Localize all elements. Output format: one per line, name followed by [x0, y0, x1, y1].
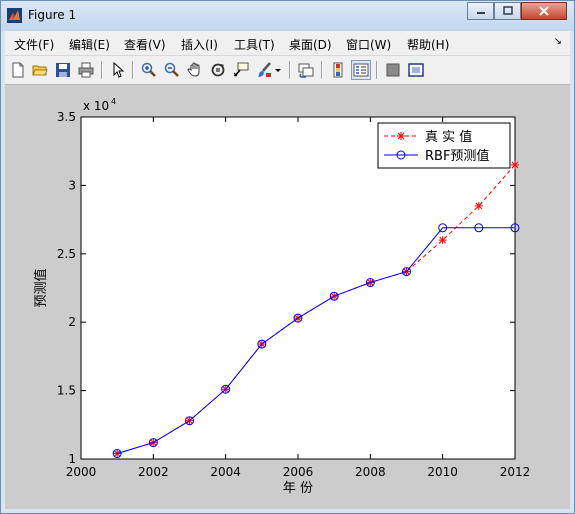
x-tick-label: 2000 — [66, 465, 97, 479]
insert-legend-button[interactable] — [351, 60, 371, 80]
zoom-in-icon — [141, 62, 156, 77]
print-icon — [78, 62, 94, 78]
new-file-icon — [12, 62, 24, 78]
x-tick-label: 2010 — [427, 465, 458, 479]
y-tick-label: 2 — [68, 315, 76, 329]
minimize-icon — [476, 12, 485, 14]
rotate-3d-icon — [211, 63, 225, 77]
y-tick-label: 1 — [68, 452, 76, 466]
zoom-out-button[interactable] — [162, 60, 182, 80]
x-tick-label: 2004 — [210, 465, 241, 479]
matlab-icon — [7, 8, 22, 23]
pointer-arrow-icon — [113, 62, 125, 78]
true-value-point — [511, 160, 519, 169]
brush-menu-button[interactable] — [273, 60, 283, 80]
minimize-button[interactable] — [467, 2, 494, 20]
x-tick-label: 2002 — [138, 465, 169, 479]
menu-tools[interactable]: 工具(T) — [234, 36, 275, 53]
folder-open-icon — [32, 65, 48, 76]
legend-icon — [353, 63, 369, 77]
legend-true-label: 真 实 值 — [425, 129, 472, 145]
dock-arrow-icon[interactable]: ↘ — [554, 36, 562, 47]
open-file-button[interactable] — [30, 60, 50, 80]
menu-bar: 文件(F) 编辑(E) 查看(V) 插入(I) 工具(T) 桌面(D) 窗口(W… — [5, 31, 570, 55]
y-axis-label: 预测值 — [33, 268, 49, 307]
toolbar-separator — [376, 61, 378, 79]
figure-window: Figure 1 文件(F) 编辑(E) 查看(V) 插入(I) 工具(T) 桌… — [0, 0, 575, 514]
toolbar-separator — [289, 61, 291, 79]
window-title: Figure 1 — [28, 8, 77, 22]
figure-toolbar — [5, 55, 570, 85]
rotate-3d-button[interactable] — [208, 60, 228, 80]
dropdown-arrow-icon — [275, 69, 281, 72]
show-plot-tools-button[interactable] — [406, 60, 426, 80]
brush-icon — [258, 62, 271, 77]
x-tick-label: 2008 — [355, 465, 386, 479]
insert-colorbar-button[interactable] — [328, 60, 348, 80]
menu-help[interactable]: 帮助(H) — [407, 36, 449, 53]
show-plot-tools-icon — [408, 63, 424, 77]
y-exponent-label: x 10 — [83, 99, 109, 113]
title-bar[interactable]: Figure 1 — [1, 1, 574, 31]
save-button[interactable] — [53, 60, 73, 80]
legend-true-marker — [397, 132, 405, 140]
menu-insert[interactable]: 插入(I) — [181, 36, 218, 53]
data-cursor-icon — [233, 62, 249, 77]
link-plot-button[interactable] — [296, 60, 316, 80]
toolbar-separator — [101, 61, 103, 79]
figure-canvas[interactable]: 2000 2002 2004 2006 2008 2010 2012 1 1.5 2 2.5 3 3.5… — [5, 85, 570, 509]
link-plot-icon — [298, 63, 314, 78]
zoom-in-button[interactable] — [139, 60, 159, 80]
y-tick-label: 2.5 — [57, 247, 76, 261]
y-exponent-power: 4 — [111, 97, 116, 106]
maximize-icon — [502, 6, 513, 15]
menu-desktop[interactable]: 桌面(D) — [289, 36, 332, 53]
x-tick-label: 2012 — [500, 465, 531, 479]
hide-plot-tools-icon — [386, 63, 400, 77]
menu-edit[interactable]: 编辑(E) — [69, 36, 110, 53]
data-cursor-button[interactable] — [231, 60, 251, 80]
y-tick-label: 3.5 — [57, 110, 76, 124]
legend-rbf-label: RBF预测值 — [425, 148, 489, 164]
brush-button[interactable] — [254, 60, 274, 80]
y-tick-label: 1.5 — [57, 384, 76, 398]
true-value-point — [474, 201, 483, 210]
x-tick-label: 2006 — [283, 465, 314, 479]
plot-axes[interactable]: 2000 2002 2004 2006 2008 2010 2012 1 1.5 2 2.5 3 3.5… — [5, 85, 570, 509]
colorbar-icon — [333, 62, 343, 78]
hide-plot-tools-button[interactable] — [383, 60, 403, 80]
menu-view[interactable]: 查看(V) — [124, 36, 166, 53]
edit-plot-button[interactable] — [108, 60, 128, 80]
new-figure-button[interactable] — [8, 60, 28, 80]
menu-file[interactable]: 文件(F) — [14, 36, 54, 53]
close-icon — [539, 6, 549, 16]
pan-button[interactable] — [185, 60, 205, 80]
menu-window[interactable]: 窗口(W) — [346, 36, 391, 53]
save-icon — [56, 63, 70, 77]
print-button[interactable] — [76, 60, 96, 80]
true-value-point — [438, 236, 447, 245]
toolbar-separator — [321, 61, 323, 79]
x-axis-label: 年 份 — [283, 481, 313, 496]
close-button[interactable] — [521, 2, 567, 20]
zoom-out-icon — [164, 62, 179, 77]
y-tick-label: 3 — [68, 178, 76, 192]
hand-pan-icon — [187, 62, 200, 77]
maximize-button[interactable] — [494, 2, 521, 20]
toolbar-separator — [132, 61, 134, 79]
